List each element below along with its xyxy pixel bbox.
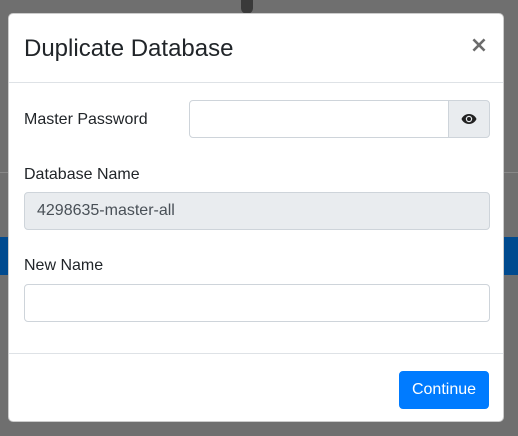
master-password-group — [189, 100, 490, 138]
duplicate-database-modal: Duplicate Database × Master Password Dat… — [8, 13, 504, 422]
master-password-input[interactable] — [189, 100, 449, 138]
close-button[interactable]: × — [469, 34, 489, 58]
modal-header: Duplicate Database × — [9, 14, 503, 83]
toggle-password-visibility-button[interactable] — [448, 100, 490, 138]
new-name-input[interactable] — [24, 284, 490, 322]
master-password-label: Master Password — [24, 111, 148, 128]
eye-icon — [461, 114, 477, 124]
database-name-field — [24, 192, 490, 230]
database-name-label: Database Name — [24, 166, 140, 183]
modal-title: Duplicate Database — [24, 35, 234, 62]
background-knob — [241, 0, 253, 14]
modal-footer-divider — [9, 353, 503, 354]
new-name-label: New Name — [24, 257, 104, 274]
continue-button[interactable]: Continue — [399, 371, 489, 409]
